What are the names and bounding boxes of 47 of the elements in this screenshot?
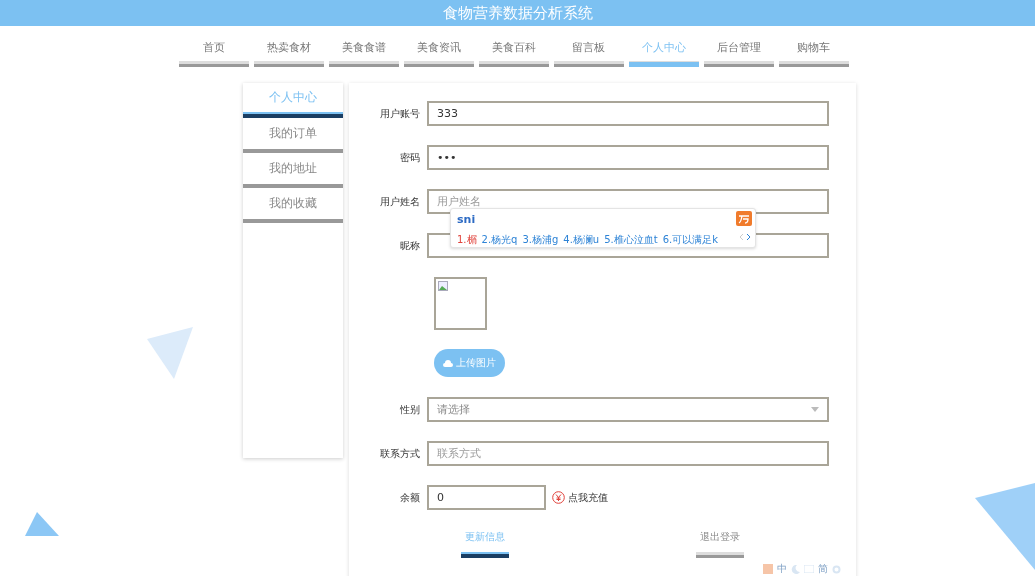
nav-tab[interactable]: 留言板: [553, 40, 624, 67]
ime-candidate[interactable]: 1.榍: [457, 233, 477, 247]
input-field[interactable]: •••: [427, 145, 829, 170]
ime-logo-icon: [763, 564, 773, 574]
sidebar-item[interactable]: 我的收藏: [243, 188, 343, 223]
ime-candidate[interactable]: 4.杨澜u: [563, 233, 600, 247]
input-field[interactable]: 333: [427, 101, 829, 126]
ime-script[interactable]: 简: [818, 562, 828, 576]
field-label: 用户账号: [379, 106, 421, 121]
nav-tab[interactable]: 首页: [178, 40, 249, 67]
nav-tab[interactable]: 热卖食材: [253, 40, 324, 67]
triangle-decoration: [147, 327, 193, 379]
ime-candidate[interactable]: 2.杨光q: [481, 233, 518, 247]
field-label: 余额: [399, 490, 421, 505]
nav-tab[interactable]: 美食百科: [478, 40, 549, 67]
nav-tab[interactable]: 美食食谱: [328, 40, 399, 67]
field-label: 性别: [399, 402, 421, 417]
keyboard-icon[interactable]: [804, 565, 814, 573]
broken-image-icon: [438, 281, 448, 291]
field-label: 联系方式: [379, 446, 421, 461]
select-field[interactable]: 请选择: [427, 397, 829, 422]
settings-icon[interactable]: [832, 564, 841, 574]
ime-candidate[interactable]: 5.椎心泣血t: [604, 233, 658, 247]
input-field[interactable]: 0: [427, 485, 546, 510]
nav-tab[interactable]: 购物车: [778, 40, 849, 67]
sidebar-item[interactable]: 我的地址: [243, 153, 343, 188]
moon-icon[interactable]: [791, 564, 800, 574]
field-label: 昵称: [399, 238, 421, 253]
sidebar-item[interactable]: 我的订单: [243, 118, 343, 153]
ime-mode[interactable]: 中: [777, 562, 787, 576]
ime-candidate[interactable]: 6.可以满足k: [662, 233, 719, 247]
page-arrows-icon[interactable]: [739, 233, 751, 241]
nav-tab[interactable]: 后台管理: [703, 40, 774, 67]
ime-input-text: sni: [457, 213, 476, 226]
triangle-decoration: [25, 512, 59, 536]
recharge-link[interactable]: 点我充值: [552, 490, 608, 505]
input-field[interactable]: 联系方式: [427, 441, 829, 466]
cloud-icon: [443, 359, 453, 367]
field-label: 用户姓名: [379, 194, 421, 209]
ime-logo-icon: [736, 211, 752, 226]
nav-tab[interactable]: 美食资讯: [403, 40, 474, 67]
yen-icon: [552, 491, 565, 504]
caret-icon: [811, 407, 819, 412]
field-label: 密码: [399, 150, 421, 165]
app-title: 食物营养数据分析系统: [442, 3, 593, 23]
action-button[interactable]: 退出登录: [692, 530, 748, 558]
ime-candidate[interactable]: 3.杨浦g: [522, 233, 559, 247]
